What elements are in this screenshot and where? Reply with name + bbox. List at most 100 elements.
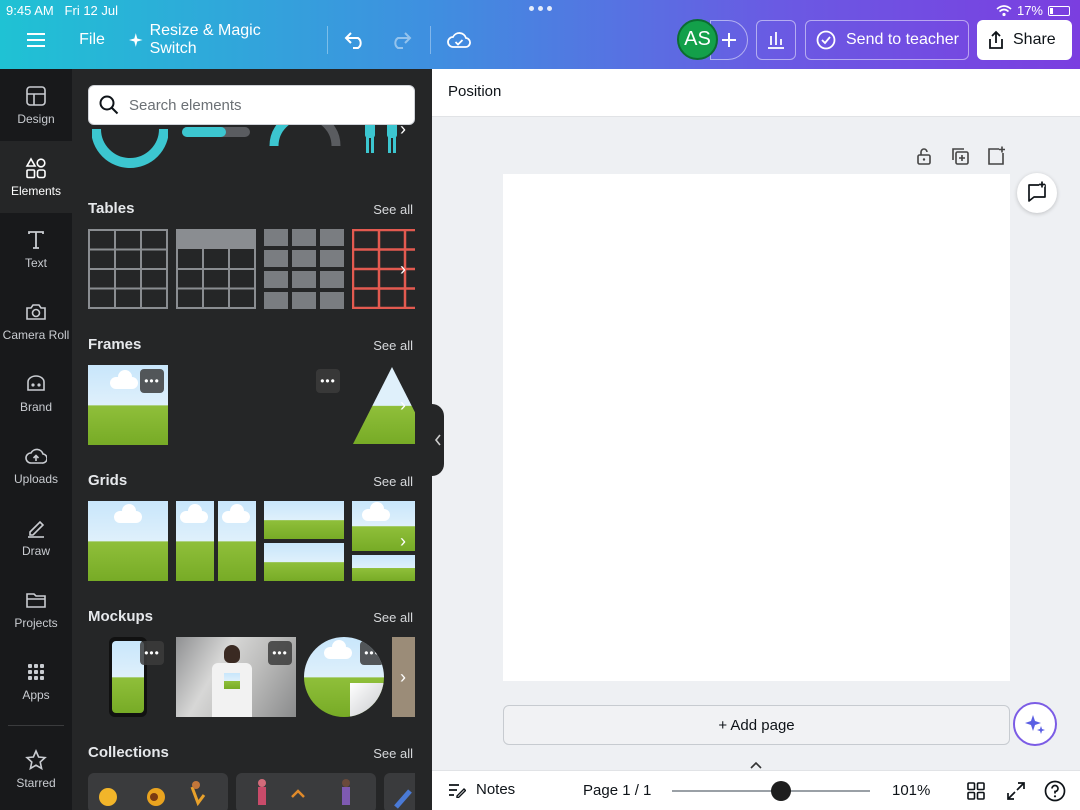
rail-item-camera-roll[interactable]: Camera Roll [0,285,72,357]
grid-view-button[interactable] [965,780,987,802]
help-icon [1044,780,1066,802]
wifi-icon [996,5,1012,17]
redo-button[interactable] [383,20,419,60]
toolbar-divider [327,26,328,54]
add-page-button[interactable]: + Add page [503,705,1010,745]
resize-label: Resize & Magic Switch [150,22,308,58]
rail-label: Projects [14,616,57,630]
rail-label: Design [17,112,54,126]
chevron-up-icon [750,761,762,769]
sparkle-icon [1024,713,1046,735]
notes-button[interactable]: Notes [448,781,515,798]
undo-button[interactable] [337,20,373,60]
comment-add-icon [1025,181,1049,205]
notes-icon [448,782,466,798]
camera-icon [25,301,47,323]
more-options-icon[interactable]: ••• [316,369,340,393]
save-status-button[interactable] [441,20,477,60]
rail-label: Camera Roll [3,328,70,342]
section-title-tables: Tables [88,200,134,217]
see-all-collections[interactable]: See all [373,746,413,761]
battery-icon [1048,6,1070,16]
more-options-icon[interactable]: ••• [268,641,292,665]
page-indicator[interactable]: Page 1 / 1 [583,782,651,799]
lock-icon[interactable] [914,146,934,166]
multitask-dots[interactable] [529,6,552,11]
collection-thumbnail[interactable] [236,773,376,810]
table-thumbnail[interactable] [264,229,344,309]
elements-panel: › Tables See all › Frames See all ••• ••… [72,69,432,810]
rail-item-uploads[interactable]: Uploads [0,429,72,501]
grid-thumbnail[interactable] [264,501,344,581]
more-options-icon[interactable]: ••• [360,641,384,665]
rail-item-starred[interactable]: Starred [0,733,72,805]
design-page[interactable] [503,174,1010,681]
more-options-icon[interactable]: ••• [140,641,164,665]
top-toolbar: 9:45 AM Fri 12 Jul 17% File Resize & Mag… [0,0,1080,69]
rail-item-text[interactable]: Text [0,213,72,285]
avatar[interactable]: AS [677,19,718,60]
context-toolbar: Position [432,69,1080,117]
zoom-level[interactable]: 101% [892,782,930,799]
zoom-slider-handle[interactable] [771,781,791,801]
send-to-teacher-label: Send to teacher [846,31,959,49]
rail-label: Uploads [14,472,58,486]
table-thumbnail[interactable] [88,229,168,309]
resize-magic-switch-button[interactable]: Resize & Magic Switch [128,20,308,60]
rail-item-projects[interactable]: Projects [0,573,72,645]
sports-sticker-graphic [88,773,228,810]
sticker-mockup-thumbnail[interactable]: ••• [304,637,384,717]
rail-item-draw[interactable]: Draw [0,501,72,573]
rail-item-brand[interactable]: Brand [0,357,72,429]
grid-thumbnail[interactable] [88,501,168,581]
table-thumbnail[interactable] [176,229,256,309]
see-all-frames[interactable]: See all [373,338,413,353]
rail-item-elements[interactable]: Elements [0,141,72,213]
plus-icon [722,33,736,47]
scroll-right-arrow[interactable]: › [391,393,415,417]
search-bar[interactable] [88,85,415,125]
help-button[interactable] [1044,780,1066,802]
rail-item-design[interactable]: Design [0,69,72,141]
toolbar-divider [430,26,431,54]
see-all-grids[interactable]: See all [373,474,413,489]
duplicate-page-icon[interactable] [950,146,970,166]
fullscreen-button[interactable] [1005,780,1027,802]
insights-button[interactable] [756,20,796,60]
chevron-left-icon [434,434,442,446]
collection-thumbnail[interactable] [384,773,415,810]
phone-mockup-thumbnail[interactable]: ••• [88,637,168,717]
expand-icon [1006,781,1026,801]
scroll-right-arrow[interactable]: › [391,665,415,689]
frame-thumbnail[interactable]: ••• [88,365,168,445]
design-icon [25,85,47,107]
bottom-bar: Notes Page 1 / 1 101% [432,770,1080,810]
search-input[interactable] [129,97,399,114]
collection-thumbnail[interactable] [88,773,228,810]
section-title-mockups: Mockups [88,608,153,625]
menu-button[interactable] [16,20,56,60]
collapse-panel-button[interactable] [432,404,444,476]
side-rail: Design Elements Text Camera Roll Brand U… [0,69,72,810]
share-button[interactable]: Share [977,20,1072,60]
battery-percent: 17% [1017,3,1043,18]
see-all-mockups[interactable]: See all [373,610,413,625]
rail-item-apps[interactable]: Apps [0,645,72,717]
grid-thumbnail[interactable] [176,501,256,581]
scroll-right-arrow[interactable]: › [391,529,415,553]
more-options-icon[interactable]: ••• [140,369,164,393]
add-page-icon[interactable] [986,146,1006,166]
scroll-right-arrow[interactable]: › [391,257,415,281]
magic-wand-icon [128,32,144,48]
section-title-grids: Grids [88,472,127,489]
add-comment-button[interactable] [1017,173,1057,213]
position-button[interactable]: Position [448,83,501,100]
share-icon [987,30,1005,50]
see-all-tables[interactable]: See all [373,202,413,217]
tshirt-mockup-thumbnail[interactable]: ••• [176,637,296,717]
send-to-teacher-button[interactable]: Send to teacher [805,20,969,60]
file-menu-button[interactable]: File [72,20,112,60]
brand-icon [25,373,47,395]
magic-assistant-button[interactable] [1013,702,1057,746]
apps-icon [25,661,47,683]
